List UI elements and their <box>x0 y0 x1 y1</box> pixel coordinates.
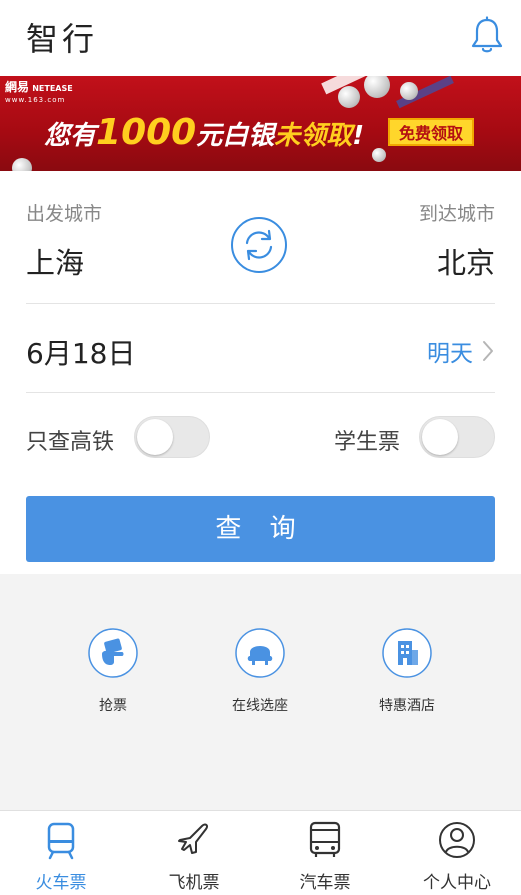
chevron-right-icon <box>483 341 493 361</box>
promo-prefix: 您有 <box>44 121 97 151</box>
banner-promo-text: 您有1000元白银未领取! <box>44 112 364 153</box>
promo-middle: 元白银 <box>196 121 275 151</box>
student-ticket-toggle[interactable] <box>419 416 495 458</box>
day-selector[interactable]: 明天 <box>427 334 495 368</box>
brand-name-en: NETEASE <box>32 84 73 93</box>
tab-bus[interactable]: 汽车票 <box>270 820 380 893</box>
app-title: 智行 <box>26 20 99 58</box>
tab-profile[interactable]: 个人中心 <box>402 820 512 893</box>
promo-banner[interactable]: 網易 NETEASE www.163.com 您有1000元白银未领取! 免费领… <box>0 76 521 171</box>
grab-ticket-icon <box>88 628 138 678</box>
profile-icon <box>439 822 475 858</box>
departure-date[interactable]: 6月18日 <box>26 332 135 372</box>
gaotie-only-label: 只查高铁 <box>26 430 115 455</box>
swap-icon[interactable] <box>230 216 288 274</box>
student-ticket-label: 学生票 <box>334 430 401 455</box>
netease-logo: 網易 NETEASE www.163.com <box>5 80 73 106</box>
divider <box>26 392 495 393</box>
service-hotel[interactable]: 特惠酒店 <box>352 628 462 715</box>
divider <box>26 303 495 304</box>
service-grab-ticket[interactable]: 抢票 <box>58 628 168 715</box>
app-header: 智行 <box>0 0 521 76</box>
tab-label: 个人中心 <box>423 873 491 893</box>
promo-highlight: 未领取 <box>274 121 353 151</box>
tab-label: 飞机票 <box>168 873 220 893</box>
tab-label: 火车票 <box>35 873 87 893</box>
toggle-knob <box>422 419 458 455</box>
day-label: 明天 <box>427 341 473 367</box>
tab-label: 汽车票 <box>299 873 351 893</box>
to-city[interactable]: 北京 <box>437 240 495 282</box>
service-label: 特惠酒店 <box>379 698 435 714</box>
free-claim-button[interactable]: 免费领取 <box>388 118 474 146</box>
tab-plane[interactable]: 飞机票 <box>139 820 249 893</box>
seat-select-icon <box>235 628 285 678</box>
banner-coin <box>400 82 418 100</box>
banner-coin <box>372 148 386 162</box>
from-city-label: 出发城市 <box>26 203 103 225</box>
toggle-knob <box>137 419 173 455</box>
plane-icon <box>178 823 209 854</box>
query-button[interactable]: 查 询 <box>26 496 495 562</box>
banner-coin <box>12 158 32 171</box>
banner-coin <box>364 76 390 98</box>
banner-coin <box>338 86 360 108</box>
service-label: 抢票 <box>99 698 127 714</box>
service-label: 在线选座 <box>232 698 288 714</box>
bell-icon[interactable] <box>469 16 505 56</box>
gaotie-only-toggle[interactable] <box>134 416 210 458</box>
train-icon <box>47 822 75 860</box>
hotel-icon <box>382 628 432 678</box>
bus-icon <box>309 821 341 857</box>
service-seat-select[interactable]: 在线选座 <box>205 628 315 715</box>
to-city-label: 到达城市 <box>418 203 495 225</box>
brand-name-cn: 網易 <box>5 80 30 94</box>
promo-amount: 1000 <box>96 112 197 153</box>
tab-train[interactable]: 火车票 <box>6 820 116 893</box>
from-city[interactable]: 上海 <box>26 240 84 282</box>
brand-url: www.163.com <box>5 96 66 104</box>
promo-exclaim: ! <box>352 121 365 151</box>
